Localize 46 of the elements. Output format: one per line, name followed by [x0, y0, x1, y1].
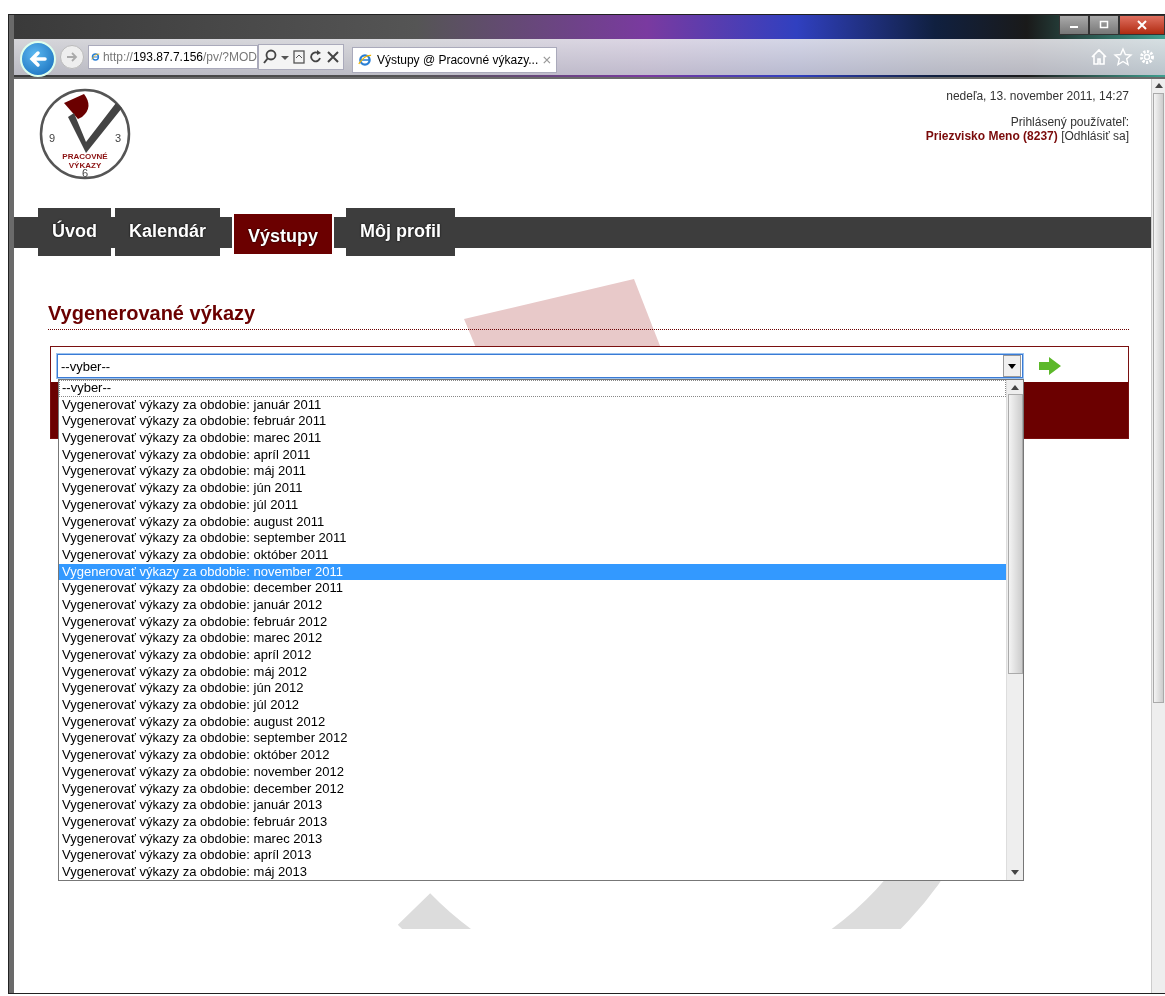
- section-title: Vygenerované výkazy: [48, 302, 1129, 330]
- date-time: nedeľa, 13. november 2011, 14:27: [945, 89, 1129, 103]
- browser-tab[interactable]: Výstupy @ Pracovné výkazy...: [352, 47, 557, 73]
- dropdown-option[interactable]: Vygenerovať výkazy za obdobie: august 2012: [59, 713, 1006, 731]
- dropdown-option[interactable]: Vygenerovať výkazy za obdobie: február 2012: [59, 613, 1006, 631]
- dropdown-option[interactable]: Vygenerovať výkazy za obdobie: január 2012: [59, 596, 1006, 614]
- dropdown-option[interactable]: Vygenerovať výkazy za obdobie: júl 2012: [59, 697, 1006, 714]
- nav-tab[interactable]: Môj profil: [346, 208, 456, 256]
- dropdown-option[interactable]: Vygenerovať výkazy za obdobie: december 2012: [59, 780, 1006, 798]
- dropdown-option[interactable]: Vygenerovať výkazy za obdobie: máj 2011: [59, 463, 1006, 481]
- dropdown-option[interactable]: --vyber--: [59, 380, 1006, 397]
- dropdown-option[interactable]: Vygenerovať výkazy za obdobie: január 2013: [59, 797, 1006, 814]
- dropdown-option[interactable]: Vygenerovať výkazy za obdobie: máj 2012: [59, 663, 1006, 681]
- dropdown-option[interactable]: Vygenerovať výkazy za obdobie: apríl 2013: [59, 847, 1006, 864]
- dropdown-option[interactable]: Vygenerovať výkazy za obdobie: december 2011: [59, 580, 1006, 597]
- dropdown-option[interactable]: Vygenerovať výkazy za obdobie: apríl 2012: [59, 647, 1006, 664]
- dropdown-option[interactable]: Vygenerovať výkazy za obdobie: jún 2012: [59, 680, 1006, 698]
- dropdown-option[interactable]: Vygenerovať výkazy za obdobie: júl 2011: [59, 496, 1006, 514]
- dropdown-option[interactable]: Vygenerovať výkazy za obdobie: august 2011: [59, 513, 1006, 531]
- dropdown-option[interactable]: Vygenerovať výkazy za obdobie: jún 2011: [59, 480, 1006, 497]
- dropdown-option[interactable]: Vygenerovať výkazy za obdobie: máj 2013: [59, 863, 1006, 881]
- period-select[interactable]: --vyber--: [57, 354, 1023, 378]
- clock-numeral: 9: [49, 132, 56, 144]
- clock-numeral: 6: [82, 167, 89, 179]
- logo-text: VÝKAZY: [68, 161, 102, 170]
- dropdown-option[interactable]: Vygenerovať výkazy za obdobie: september 2012: [59, 730, 1006, 748]
- logout-link[interactable]: [Odhlásiť sa]: [1061, 129, 1129, 143]
- dropdown-option[interactable]: Vygenerovať výkazy za obdobie: február 2013: [59, 813, 1006, 831]
- dropdown-option[interactable]: Vygenerovať výkazy za obdobie: apríl 2011: [59, 446, 1006, 464]
- logo-text: PRACOVNÉ: [62, 152, 108, 161]
- dropdown-option[interactable]: Vygenerovať výkazy za obdobie: január 2011: [59, 396, 1006, 414]
- dropdown-option[interactable]: Vygenerovať výkazy za obdobie: marec 2012: [59, 630, 1006, 647]
- dropdown-option[interactable]: Vygenerovať výkazy za obdobie: september 2011: [59, 530, 1006, 547]
- dropdown-option[interactable]: Vygenerovať výkazy za obdobie: október 2012: [59, 747, 1006, 764]
- dropdown-option[interactable]: Vygenerovať výkazy za obdobie: marec 2013: [59, 830, 1006, 848]
- dropdown-option[interactable]: Vygenerovať výkazy za obdobie: október 2011: [59, 546, 1006, 564]
- nav-tab[interactable]: Úvod: [38, 208, 111, 256]
- clock-numeral: 3: [115, 132, 122, 144]
- nav-tab[interactable]: Výstupy: [232, 212, 335, 256]
- address-field[interactable]: http://193.87.7.156/pv/?MOD: [88, 45, 258, 69]
- user-name: Priezvisko Meno (8237): [925, 129, 1058, 143]
- user-label: Prihlásený používateľ:: [1009, 115, 1129, 129]
- dropdown-option[interactable]: Vygenerovať výkazy za obdobie: november 2012: [59, 763, 1006, 781]
- nav-tab[interactable]: Kalendár: [115, 208, 221, 256]
- dropdown-option[interactable]: Vygenerovať výkazy za obdobie: február 2011: [59, 413, 1006, 431]
- dropdown-option[interactable]: Vygenerovať výkazy za obdobie: marec 2011: [59, 430, 1006, 447]
